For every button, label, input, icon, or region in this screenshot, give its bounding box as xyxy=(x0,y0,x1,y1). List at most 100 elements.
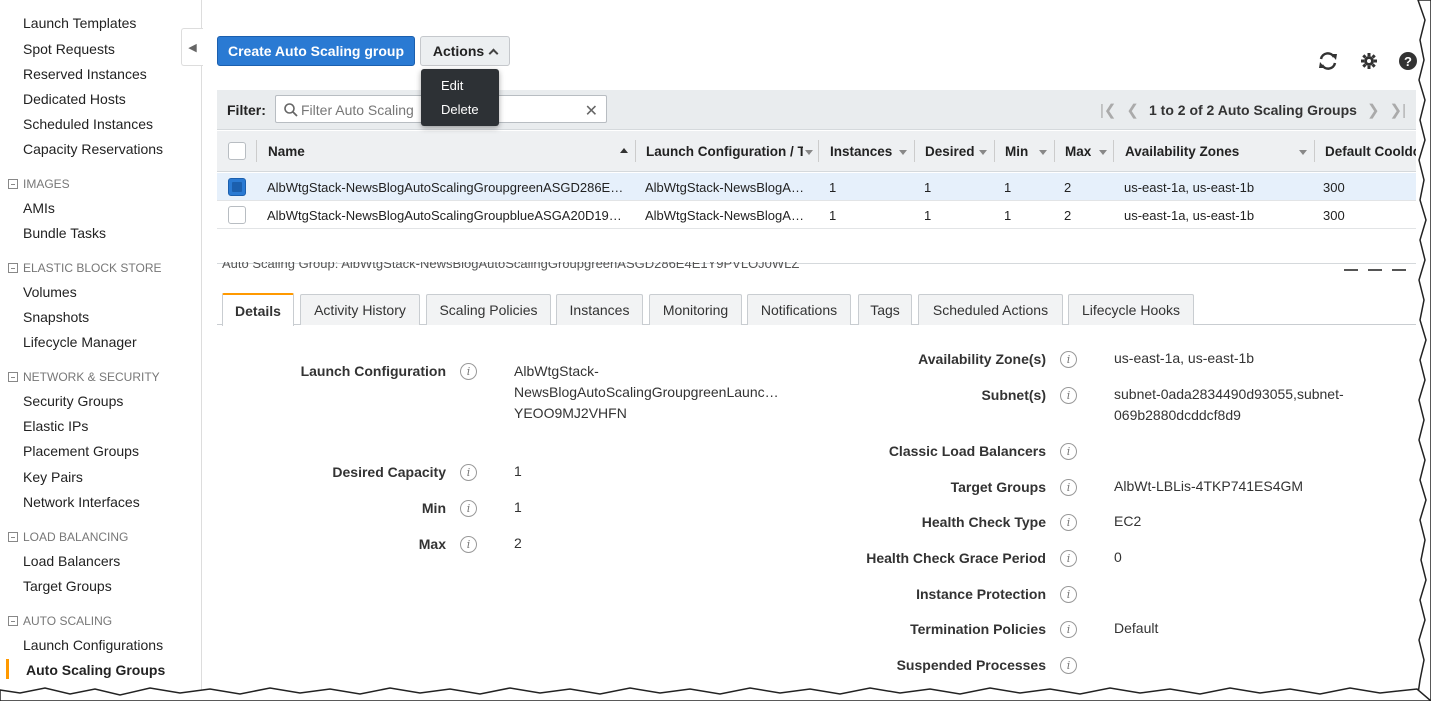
info-icon[interactable]: i xyxy=(460,363,477,380)
tab-scheduled-actions[interactable]: Scheduled Actions xyxy=(918,294,1063,325)
sidebar-section-ebs[interactable]: ELASTIC BLOCK STORE xyxy=(8,261,162,275)
sidebar-item-load-balancers[interactable]: Load Balancers xyxy=(23,553,120,569)
sidebar-item-placement-groups[interactable]: Placement Groups xyxy=(23,443,139,459)
table-row[interactable]: AlbWtgStack-NewsBlogAutoScalingGroupgree… xyxy=(217,173,1416,201)
instance-protection-label: Instance Protection xyxy=(916,586,1046,602)
last-page-icon[interactable]: ❯| xyxy=(1390,101,1406,119)
termination-policies-label: Termination Policies xyxy=(910,621,1046,637)
sidebar-item-spot-requests[interactable]: Spot Requests xyxy=(23,41,115,57)
sidebar-item-elastic-ips[interactable]: Elastic IPs xyxy=(23,418,88,434)
column-header-max[interactable]: Max xyxy=(1065,144,1091,159)
menu-item-edit[interactable]: Edit xyxy=(441,78,463,93)
cell-name: AlbWtgStack-NewsBlogAutoScalingGroupgree… xyxy=(267,180,624,195)
first-page-icon[interactable]: |❮ xyxy=(1100,101,1116,119)
max-value: 2 xyxy=(514,535,522,551)
column-header-default-cooldown[interactable]: Default Cooldo xyxy=(1325,144,1416,159)
column-header-desired[interactable]: Desired xyxy=(925,144,975,159)
sidebar-item-security-groups[interactable]: Security Groups xyxy=(23,393,123,409)
sidebar-section-load-balancing[interactable]: LOAD BALANCING xyxy=(8,530,128,544)
info-icon[interactable]: i xyxy=(1060,514,1077,531)
sort-icon[interactable] xyxy=(1299,150,1307,155)
tab-monitoring[interactable]: Monitoring xyxy=(649,294,742,325)
svg-text:?: ? xyxy=(1404,54,1412,69)
cell-instances: 1 xyxy=(829,180,837,195)
column-header-launch-configuration[interactable]: Launch Configuration / Te xyxy=(646,144,803,159)
maximize-icon[interactable] xyxy=(1392,269,1406,271)
actions-button[interactable]: Actions xyxy=(420,36,510,66)
actions-menu: Edit Delete xyxy=(421,69,499,126)
sidebar-section-images[interactable]: IMAGES xyxy=(8,177,70,191)
info-icon[interactable]: i xyxy=(460,536,477,553)
info-icon[interactable]: i xyxy=(1060,351,1077,368)
sidebar-item-auto-scaling-groups[interactable]: Auto Scaling Groups xyxy=(26,662,165,678)
tab-scaling-policies[interactable]: Scaling Policies xyxy=(426,294,551,325)
collapse-icon xyxy=(8,532,18,542)
help-icon[interactable]: ? xyxy=(1397,50,1419,72)
column-header-instances[interactable]: Instances xyxy=(830,144,892,159)
sort-icon[interactable] xyxy=(899,150,907,155)
select-all-checkbox[interactable] xyxy=(228,142,246,160)
termination-policies-value: Default xyxy=(1114,620,1159,636)
minimize-icon[interactable] xyxy=(1344,269,1358,271)
prev-page-icon[interactable]: ❮ xyxy=(1126,101,1139,119)
column-header-name[interactable]: Name xyxy=(268,144,568,159)
column-header-availability-zones[interactable]: Availability Zones xyxy=(1125,144,1239,159)
sidebar-item-scheduled-instances[interactable]: Scheduled Instances xyxy=(23,116,153,132)
actions-label: Actions xyxy=(432,43,485,59)
sidebar-section-auto-scaling[interactable]: AUTO SCALING xyxy=(8,614,112,628)
sidebar-item-target-groups[interactable]: Target Groups xyxy=(23,578,112,594)
sidebar-item-capacity-reservations[interactable]: Capacity Reservations xyxy=(23,141,163,157)
tab-tags[interactable]: Tags xyxy=(858,294,912,325)
restore-icon[interactable] xyxy=(1368,269,1382,271)
info-icon[interactable]: i xyxy=(460,500,477,517)
info-icon[interactable]: i xyxy=(460,464,477,481)
table-row[interactable]: AlbWtgStack-NewsBlogAutoScalingGroupblue… xyxy=(217,201,1416,229)
sidebar-item-key-pairs[interactable]: Key Pairs xyxy=(23,469,83,485)
sidebar-section-network[interactable]: NETWORK & SECURITY xyxy=(8,370,160,384)
next-page-icon[interactable]: ❯ xyxy=(1367,101,1380,119)
info-icon[interactable]: i xyxy=(1060,443,1077,460)
sidebar-item-volumes[interactable]: Volumes xyxy=(23,284,77,300)
info-icon[interactable]: i xyxy=(1060,387,1077,404)
info-icon[interactable]: i xyxy=(1060,586,1077,603)
subnets-label: Subnet(s) xyxy=(981,387,1046,403)
launch-configuration-label: Launch Configuration xyxy=(300,363,446,379)
tab-instances[interactable]: Instances xyxy=(556,294,643,325)
sort-icon[interactable] xyxy=(1099,150,1107,155)
sidebar-item-network-interfaces[interactable]: Network Interfaces xyxy=(23,494,140,510)
create-auto-scaling-group-button[interactable]: Create Auto Scaling group xyxy=(217,36,415,66)
sidebar-item-reserved-instances[interactable]: Reserved Instances xyxy=(23,66,147,82)
health-check-type-value: EC2 xyxy=(1114,513,1142,529)
sidebar-item-dedicated-hosts[interactable]: Dedicated Hosts xyxy=(23,91,126,107)
sort-icon[interactable] xyxy=(1039,150,1047,155)
column-header-min[interactable]: Min xyxy=(1005,144,1028,159)
tab-lifecycle-hooks[interactable]: Lifecycle Hooks xyxy=(1068,294,1194,325)
info-icon[interactable]: i xyxy=(1060,479,1077,496)
row-checkbox[interactable] xyxy=(228,178,246,196)
cell-max: 2 xyxy=(1064,180,1072,195)
sidebar-collapse-button[interactable]: ◀ xyxy=(181,28,203,66)
tab-activity-history[interactable]: Activity History xyxy=(300,294,420,325)
tab-details[interactable]: Details xyxy=(222,293,294,326)
sidebar-item-launch-configurations[interactable]: Launch Configurations xyxy=(23,637,163,653)
sidebar-item-amis[interactable]: AMIs xyxy=(23,200,55,216)
row-checkbox[interactable] xyxy=(228,206,246,224)
sidebar-item-launch-templates[interactable]: Launch Templates xyxy=(23,15,136,31)
sidebar-item-bundle-tasks[interactable]: Bundle Tasks xyxy=(23,225,106,241)
target-groups-value: AlbWt-LBLis-4TKP741ES4GM xyxy=(1114,478,1304,494)
refresh-icon[interactable] xyxy=(1317,50,1339,72)
cell-max: 2 xyxy=(1064,208,1072,223)
sort-ascending-icon[interactable] xyxy=(620,148,628,153)
gear-icon[interactable] xyxy=(1358,50,1380,72)
sort-icon[interactable] xyxy=(979,150,987,155)
tab-notifications[interactable]: Notifications xyxy=(747,294,851,325)
filter-label: Filter: xyxy=(227,102,266,118)
sort-icon[interactable] xyxy=(805,150,813,155)
menu-item-delete[interactable]: Delete xyxy=(441,102,479,117)
info-icon[interactable]: i xyxy=(1060,550,1077,567)
info-icon[interactable]: i xyxy=(1060,657,1077,674)
info-icon[interactable]: i xyxy=(1060,621,1077,638)
close-icon[interactable]: ✕ xyxy=(585,101,598,121)
sidebar-item-snapshots[interactable]: Snapshots xyxy=(23,309,89,325)
sidebar-item-lifecycle-manager[interactable]: Lifecycle Manager xyxy=(23,334,137,350)
